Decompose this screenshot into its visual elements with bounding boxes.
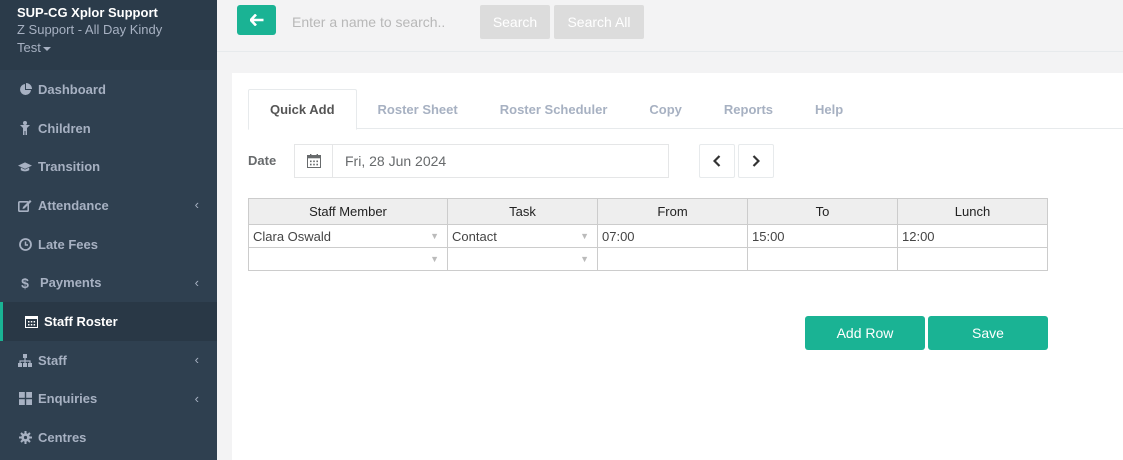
column-header: Staff Member	[248, 198, 448, 225]
cell-value: Contact	[452, 228, 497, 244]
tab-reports[interactable]: Reports	[703, 89, 794, 129]
sidebar-item-label: Dashboard	[38, 81, 106, 97]
add-row-button[interactable]: Add Row	[805, 316, 925, 350]
column-header: To	[747, 198, 898, 225]
sidebar-nav: Dashboard Children Transition Attendance…	[0, 70, 217, 457]
from-cell[interactable]	[597, 247, 748, 271]
search-button[interactable]: Search	[480, 5, 550, 39]
dropdown-arrow-icon: ▼	[580, 254, 589, 264]
sidebar-item-label: Children	[38, 120, 91, 136]
caret-down-icon	[42, 46, 51, 51]
roster-tabs: Quick Add Roster Sheet Roster Scheduler …	[248, 89, 1123, 130]
sidebar-item-staff[interactable]: Staff ‹	[0, 341, 217, 380]
sidebar-item-label: Centres	[38, 430, 87, 446]
user-context-line2: Test	[17, 40, 41, 55]
column-header: Task	[447, 198, 598, 225]
roster-panel: Quick Add Roster Sheet Roster Scheduler …	[232, 73, 1123, 460]
chevron-left-icon: ‹	[194, 274, 199, 290]
date-field[interactable]: Fri, 28 Jun 2024	[333, 145, 446, 177]
sidebar-item-children[interactable]: Children	[0, 109, 217, 148]
tab-copy[interactable]: Copy	[628, 89, 703, 129]
chevron-left-icon: ‹	[194, 351, 199, 367]
sidebar-item-payments[interactable]: $ Payments ‹	[0, 263, 217, 302]
user-context[interactable]: Z Support - All Day Kindy Test	[17, 21, 200, 57]
user-context-line1: Z Support - All Day Kindy	[17, 22, 163, 37]
chevron-right-icon	[752, 155, 760, 167]
back-button[interactable]	[237, 5, 276, 35]
to-cell[interactable]: 15:00	[747, 224, 898, 248]
organization-name: SUP-CG Xplor Support	[17, 5, 158, 20]
sidebar-item-enquiries[interactable]: Enquiries ‹	[0, 380, 217, 419]
dropdown-arrow-icon: ▼	[430, 254, 439, 264]
clock-icon	[18, 237, 32, 251]
tab-help[interactable]: Help	[794, 89, 864, 129]
table-row: Clara Oswald ▼ Contact ▼ 07:00 15:00 12:00	[248, 224, 1048, 248]
task-cell[interactable]: ▼	[447, 247, 598, 271]
sidebar-item-late-fees[interactable]: Late Fees	[0, 225, 217, 264]
profile-header: SUP-CG Xplor Support Z Support - All Day…	[0, 0, 217, 70]
edit-icon	[18, 198, 32, 212]
gear-icon	[18, 431, 32, 445]
sidebar-item-label: Payments	[40, 275, 102, 291]
sidebar: SUP-CG Xplor Support Z Support - All Day…	[0, 0, 217, 460]
lunch-cell[interactable]	[897, 247, 1048, 271]
sitemap-icon	[18, 353, 32, 367]
column-header: From	[597, 198, 748, 225]
sidebar-item-label: Enquiries	[38, 391, 98, 407]
tab-quick-add[interactable]: Quick Add	[248, 89, 357, 130]
sidebar-item-label: Attendance	[38, 197, 109, 213]
next-date-button[interactable]	[738, 144, 774, 178]
sidebar-item-label: Staff Roster	[44, 313, 118, 329]
grid-header-row: Staff Member Task From To Lunch	[248, 198, 1048, 225]
grid-icon	[18, 392, 32, 406]
sidebar-item-transition[interactable]: Transition	[0, 147, 217, 186]
staff-member-cell[interactable]: Clara Oswald ▼	[248, 224, 448, 248]
sidebar-item-attendance[interactable]: Attendance ‹	[0, 186, 217, 225]
search-all-button[interactable]: Search All	[554, 5, 644, 39]
sidebar-item-label: Late Fees	[38, 236, 98, 252]
save-button[interactable]: Save	[928, 316, 1048, 350]
dropdown-arrow-icon: ▼	[430, 231, 439, 241]
roster-grid: Staff Member Task From To Lunch Clara Os…	[248, 198, 1048, 271]
sidebar-item-label: Transition	[38, 159, 101, 175]
sidebar-item-centres[interactable]: Centres	[0, 418, 217, 457]
date-picker[interactable]: Fri, 28 Jun 2024	[294, 144, 669, 178]
sidebar-item-dashboard[interactable]: Dashboard	[0, 70, 217, 109]
chevron-left-icon: ‹	[194, 197, 199, 213]
tab-roster-scheduler[interactable]: Roster Scheduler	[479, 89, 629, 129]
dollar-icon: $	[21, 274, 29, 291]
lunch-cell[interactable]: 12:00	[897, 224, 1048, 248]
staff-member-cell[interactable]: ▼	[248, 247, 448, 271]
from-cell[interactable]: 07:00	[597, 224, 748, 248]
arrow-left-icon	[249, 14, 263, 26]
table-row: ▼ ▼	[248, 247, 1048, 271]
graduation-cap-icon	[18, 160, 32, 174]
to-cell[interactable]	[747, 247, 898, 271]
previous-date-button[interactable]	[699, 144, 735, 178]
dropdown-arrow-icon: ▼	[580, 231, 589, 241]
date-label: Date	[248, 153, 277, 168]
task-cell[interactable]: Contact ▼	[447, 224, 598, 248]
child-icon	[18, 121, 32, 136]
tab-roster-sheet[interactable]: Roster Sheet	[357, 89, 479, 129]
search-input[interactable]	[280, 5, 476, 39]
calendar-icon	[24, 314, 38, 328]
top-bar: Search Search All	[217, 0, 1123, 52]
chevron-left-icon	[713, 155, 721, 167]
cell-value: Clara Oswald	[253, 228, 332, 244]
column-header: Lunch	[897, 198, 1048, 225]
sidebar-item-staff-roster[interactable]: Staff Roster	[0, 302, 217, 341]
pie-chart-icon	[18, 82, 32, 96]
calendar-icon[interactable]	[295, 145, 333, 177]
sidebar-item-label: Staff	[38, 352, 67, 368]
chevron-left-icon: ‹	[194, 390, 199, 406]
